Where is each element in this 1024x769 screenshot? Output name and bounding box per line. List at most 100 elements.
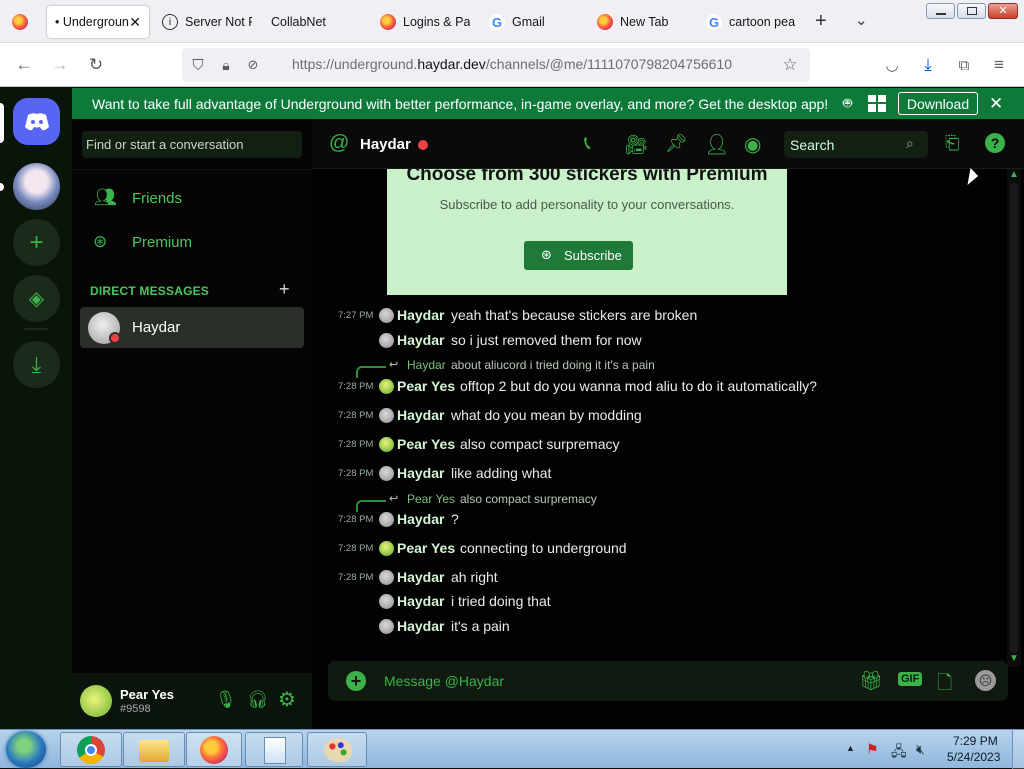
tab-cartoon-pear[interactable]: G cartoon pea: [706, 6, 798, 38]
download-apps-icon[interactable]: ⤓: [13, 341, 60, 388]
message-author[interactable]: Pear Yes: [397, 540, 455, 556]
downloads-icon[interactable]: ⤓: [917, 54, 939, 76]
settings-gear-icon[interactable]: ⚙: [278, 687, 296, 712]
clock-date[interactable]: 5/24/2023: [947, 750, 1000, 764]
taskbar-chrome[interactable]: [60, 732, 122, 767]
headphones-icon[interactable]: 🎧︎: [247, 690, 269, 710]
dm-item-haydar[interactable]: Haydar: [80, 307, 304, 348]
message-item[interactable]: 7:28 PM Haydar ?: [312, 509, 1002, 529]
tab-gmail[interactable]: G Gmail: [489, 6, 579, 38]
gift-icon[interactable]: 🎁︎: [859, 669, 883, 693]
taskbar-explorer[interactable]: [123, 732, 185, 767]
premium-nav-item[interactable]: ⊛ Premium: [80, 230, 304, 256]
message-item[interactable]: 7:27 PM Haydar yeah that's because stick…: [312, 305, 1002, 325]
scroll-up-icon[interactable]: ▲: [1009, 169, 1019, 180]
attach-plus-icon[interactable]: +: [346, 671, 366, 691]
tab-new-tab[interactable]: New Tab: [597, 6, 687, 38]
avatar[interactable]: [379, 618, 394, 634]
message-item[interactable]: Haydar so i just removed them for now: [312, 330, 1002, 350]
message-item[interactable]: Haydar it's a pain: [312, 616, 1002, 636]
tab-logins[interactable]: Logins & Pa: [380, 6, 470, 38]
network-icon[interactable]: 🖧︎: [891, 741, 907, 765]
chat-scrollbar[interactable]: ▲ ▼: [1007, 169, 1021, 667]
message-author[interactable]: Pear Yes: [397, 436, 455, 452]
avatar[interactable]: [379, 332, 394, 348]
explore-compass-icon[interactable]: ◈: [13, 275, 60, 322]
message-author[interactable]: Haydar: [397, 465, 444, 481]
message-author[interactable]: Haydar: [397, 569, 444, 585]
avatar[interactable]: [80, 685, 112, 717]
emoji-icon[interactable]: ☹: [975, 670, 996, 691]
lock-icon[interactable]: 🔒︎: [215, 54, 237, 76]
user-profile-icon[interactable]: ◉: [744, 132, 761, 157]
message-item[interactable]: 7:28 PM Haydar what do you mean by moddi…: [312, 405, 1002, 425]
taskbar-firefox[interactable]: [186, 732, 242, 767]
message-author[interactable]: Pear Yes: [397, 378, 455, 394]
start-button[interactable]: [6, 731, 46, 768]
message-item[interactable]: Haydar i tried doing that: [312, 591, 1002, 611]
reload-icon[interactable]: ↻: [85, 54, 107, 76]
show-desktop-button[interactable]: [1012, 730, 1024, 769]
pocket-icon[interactable]: ◡: [881, 54, 903, 76]
avatar[interactable]: [379, 465, 394, 481]
tab-server-not-found[interactable]: i Server Not F: [162, 6, 252, 38]
tab-collabnet[interactable]: CollabNet: [271, 6, 361, 38]
message-item[interactable]: 7:28 PM Haydar ah right: [312, 567, 1002, 587]
voice-call-icon[interactable]: 📞︎: [584, 133, 591, 155]
inbox-icon[interactable]: ⎗: [945, 133, 959, 154]
extensions-icon[interactable]: ⧉: [953, 54, 975, 76]
close-window-button[interactable]: ✕: [988, 3, 1018, 19]
add-server-plus-icon[interactable]: +: [13, 219, 60, 266]
minimize-button[interactable]: [926, 3, 955, 19]
message-author[interactable]: Haydar: [397, 332, 444, 348]
taskbar-paint[interactable]: [307, 732, 367, 767]
close-banner-icon[interactable]: ✕: [989, 94, 1003, 114]
reply-preview[interactable]: ↩ Pear Yes also compact surpremacy: [356, 492, 756, 512]
tracking-shield-icon[interactable]: ⛉: [187, 54, 209, 76]
new-tab-plus-icon[interactable]: +: [815, 10, 827, 33]
add-friends-to-dm-icon[interactable]: 👤︎: [704, 132, 729, 157]
avatar[interactable]: [379, 378, 394, 394]
tab-list-chevron-icon[interactable]: ⌄: [855, 11, 868, 29]
message-author[interactable]: Haydar: [397, 307, 444, 323]
message-composer[interactable]: + Message @Haydar 🎁︎ GIF 🗋︎ ☹: [328, 661, 1008, 701]
url-text[interactable]: https://underground.haydar.dev/channels/…: [292, 56, 732, 72]
avatar[interactable]: [379, 307, 394, 323]
find-conversation-input[interactable]: Find or start a conversation: [82, 131, 302, 158]
volume-muted-icon[interactable]: 🔇︎: [916, 741, 925, 758]
star-bookmark-icon[interactable]: ☆: [779, 54, 801, 76]
clock-time[interactable]: 7:29 PM: [953, 734, 998, 748]
video-call-icon[interactable]: 🎥︎: [624, 133, 648, 157]
avatar[interactable]: [379, 511, 394, 527]
help-icon[interactable]: ?: [985, 133, 1005, 153]
scroll-thumb[interactable]: [1010, 183, 1018, 653]
message-author[interactable]: Haydar: [397, 618, 444, 634]
firefox-menu-icon[interactable]: [12, 14, 28, 30]
permissions-icon[interactable]: ⊘: [242, 54, 264, 76]
sticker-icon[interactable]: 🗋︎: [937, 669, 952, 701]
menu-hamburger-icon[interactable]: ≡: [988, 54, 1010, 76]
download-button[interactable]: Download: [898, 92, 978, 115]
tab-underground[interactable]: • Undergroun ✕: [47, 6, 149, 38]
subscribe-button[interactable]: ⊛ Subscribe: [524, 241, 633, 270]
avatar[interactable]: [379, 540, 394, 556]
restore-button[interactable]: [957, 3, 986, 19]
message-item[interactable]: 7:28 PM Pear Yes connecting to undergrou…: [312, 538, 1002, 558]
scroll-down-icon[interactable]: ▼: [1009, 653, 1019, 664]
action-center-flag-icon[interactable]: ⚑: [866, 741, 879, 758]
taskbar-notepad[interactable]: [245, 732, 303, 767]
avatar[interactable]: [379, 569, 394, 585]
server-avatar-anime[interactable]: [13, 163, 60, 210]
avatar[interactable]: [379, 407, 394, 423]
show-hidden-icons-icon[interactable]: ▲: [846, 743, 855, 753]
message-author[interactable]: Haydar: [397, 511, 444, 527]
search-input[interactable]: Search ⌕: [784, 131, 928, 158]
back-arrow-icon[interactable]: ←: [13, 54, 35, 76]
reply-preview[interactable]: ↩ Haydar about aliucord i tried doing it…: [356, 358, 756, 378]
create-dm-plus-icon[interactable]: +: [279, 279, 290, 300]
avatar[interactable]: [379, 593, 394, 609]
message-item[interactable]: 7:28 PM Haydar like adding what: [312, 463, 1002, 483]
pinned-messages-icon[interactable]: 📌︎: [665, 133, 688, 154]
message-author[interactable]: Haydar: [397, 407, 444, 423]
forward-arrow-icon[interactable]: →: [49, 54, 71, 76]
